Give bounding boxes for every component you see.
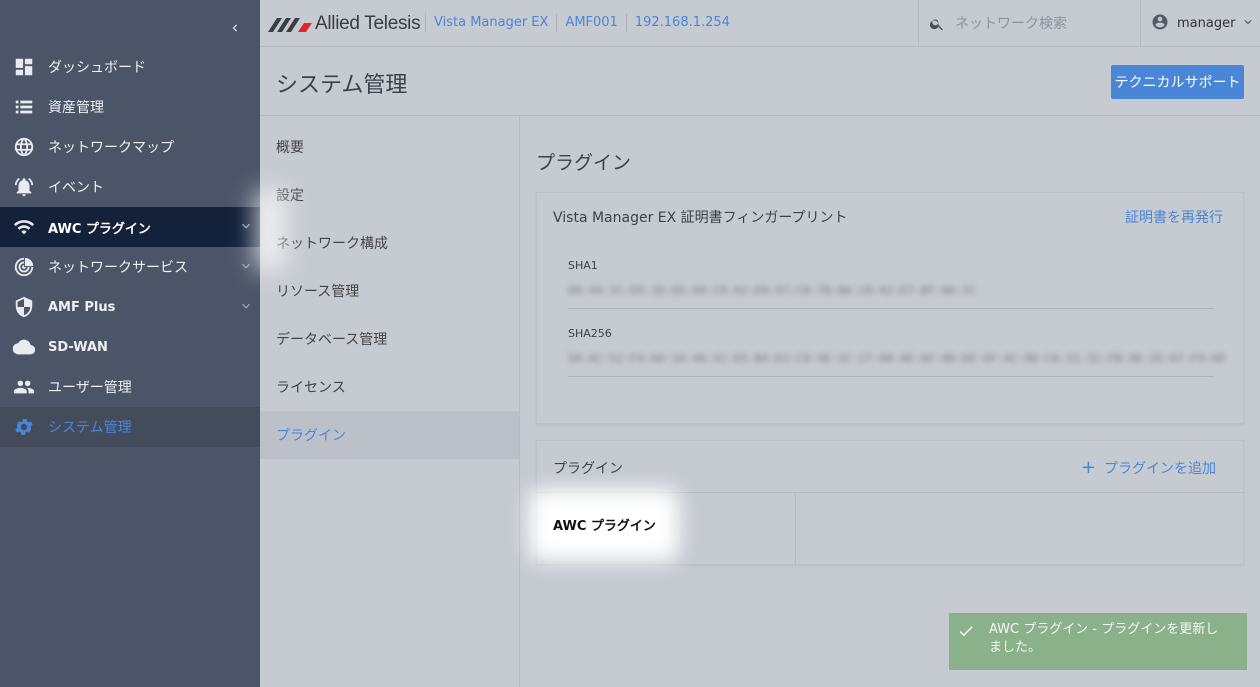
- sidebar-item-dashboard[interactable]: ダッシュボード: [0, 47, 260, 87]
- sidebar-item-events[interactable]: イベント: [0, 167, 260, 207]
- globe-icon: [13, 136, 35, 158]
- certificate-card-title: Vista Manager EX 証明書フィンガープリント: [553, 210, 848, 226]
- sidebar-item-label: AWC プラグイン: [48, 221, 151, 237]
- sidebar-collapse-button[interactable]: [222, 14, 248, 42]
- success-toast[interactable]: AWC プラグイン - プラグインを更新しました。: [949, 613, 1247, 670]
- top-bar: Allied Telesis Vista Manager EX AMF001 1…: [260, 0, 1260, 47]
- plugin-card: プラグイン + プラグインを追加 AWC プラグイン: [529, 440, 1244, 565]
- subnav-item-resources[interactable]: リソース管理: [260, 267, 519, 315]
- plugin-card-title: プラグイン: [553, 461, 623, 477]
- main-content: プラグイン Vista Manager EX 証明書フィンガープリント 証明書を…: [520, 116, 1260, 687]
- add-plugin-button[interactable]: + プラグインを追加: [1081, 458, 1216, 478]
- sidebar-item-network-map[interactable]: ネットワークマップ: [0, 127, 260, 167]
- plugin-list: AWC プラグイン: [529, 489, 1243, 565]
- subnav-item-network-config[interactable]: ネットワーク構成: [260, 219, 519, 267]
- search-input[interactable]: [955, 15, 1125, 32]
- dashboard-icon: [13, 56, 35, 78]
- breadcrumb-product[interactable]: Vista Manager EX: [425, 14, 556, 32]
- sidebar-item-label: システム管理: [48, 420, 132, 436]
- breadcrumb-area[interactable]: AMF001: [556, 14, 625, 32]
- page-title: システム管理: [276, 73, 408, 98]
- users-icon: [13, 376, 35, 398]
- user-menu[interactable]: manager: [1140, 0, 1260, 47]
- account-circle-icon: [1151, 13, 1169, 35]
- subnav-item-database[interactable]: データベース管理: [260, 315, 519, 363]
- breadcrumb: Vista Manager EX AMF001 192.168.1.254: [425, 14, 738, 32]
- sidebar-item-label: ネットワークサービス: [48, 260, 188, 276]
- plus-icon: +: [1080, 457, 1096, 478]
- add-plugin-label: プラグインを追加: [1104, 461, 1216, 477]
- list-icon: [13, 96, 35, 118]
- sidebar-item-label: SD-WAN: [48, 339, 108, 355]
- subnav-item-overview[interactable]: 概要: [260, 123, 519, 171]
- sidebar-item-amf-plus[interactable]: AMF Plus: [0, 287, 260, 327]
- sidebar-item-label: ユーザー管理: [48, 380, 132, 396]
- shield-icon: [13, 296, 35, 318]
- page-header: システム管理 テクニカルサポート: [260, 47, 1260, 116]
- sidebar-item-system-management[interactable]: システム管理: [0, 407, 260, 447]
- cloud-icon: [13, 336, 35, 358]
- sidebar: ダッシュボード 資産管理 ネットワークマップ イベント AWC プラグイン ネッ…: [0, 0, 260, 687]
- chevron-down-icon: [238, 298, 254, 314]
- system-subnav: 概要 設定 ネットワーク構成 リソース管理 データベース管理 ライセンス プラグ…: [260, 116, 520, 687]
- brand-logo[interactable]: Allied Telesis: [268, 12, 421, 36]
- search-icon: [929, 18, 943, 30]
- sha256-label: SHA256: [568, 327, 612, 340]
- sidebar-item-user-management[interactable]: ユーザー管理: [0, 367, 260, 407]
- sha1-fingerprint: SHA1 60:44:1C:D9:1D:EE:69:C0:A2:D9:97:C8…: [568, 259, 1213, 309]
- subnav-item-license[interactable]: ライセンス: [260, 363, 519, 411]
- sidebar-item-label: イベント: [48, 180, 104, 196]
- chevron-down-icon: [238, 218, 254, 234]
- user-name: manager: [1177, 16, 1236, 31]
- highlight-glow: [255, 190, 285, 270]
- sidebar-item-label: 資産管理: [48, 100, 104, 116]
- radar-icon: [13, 256, 35, 278]
- certificate-card: Vista Manager EX 証明書フィンガープリント 証明書を再発行 SH…: [536, 192, 1244, 424]
- sidebar-item-label: ネットワークマップ: [48, 140, 174, 156]
- chevron-left-icon: [232, 24, 237, 32]
- plugin-name: AWC プラグイン: [553, 519, 656, 534]
- subnav-item-settings[interactable]: 設定: [260, 171, 519, 219]
- section-title: プラグイン: [536, 152, 632, 174]
- reissue-certificate-link[interactable]: 証明書を再発行: [1125, 207, 1223, 227]
- plugin-detail-pane: [796, 493, 1243, 565]
- sidebar-item-assets[interactable]: 資産管理: [0, 87, 260, 127]
- sidebar-item-label: ダッシュボード: [48, 60, 146, 76]
- brand-name: Allied Telesis: [315, 13, 421, 34]
- network-search: [918, 0, 1140, 47]
- sidebar-nav: ダッシュボード 資産管理 ネットワークマップ イベント AWC プラグイン ネッ…: [0, 47, 260, 447]
- sha1-value: 60:44:1C:D9:1D:EE:69:C0:A2:D9:97:C8:7B:B…: [568, 284, 977, 297]
- subnav-item-plugins[interactable]: プラグイン: [260, 411, 519, 459]
- breadcrumb-ip[interactable]: 192.168.1.254: [625, 14, 738, 32]
- chevron-down-icon: [1241, 15, 1255, 33]
- sha256-fingerprint: SHA256 50:AC:52:F4:66:16:46:41:D5:B4:D3:…: [568, 327, 1226, 377]
- chevron-down-icon: [238, 258, 254, 274]
- wifi-icon: [13, 216, 35, 238]
- sidebar-item-awc-plugin[interactable]: AWC プラグイン: [0, 207, 260, 247]
- sha256-value: 50:AC:52:F4:66:16:46:41:D5:B4:D3:C9:4E:3…: [568, 352, 1226, 365]
- sidebar-item-sd-wan[interactable]: SD-WAN: [0, 327, 260, 367]
- technical-support-button[interactable]: テクニカルサポート: [1111, 65, 1244, 99]
- bell-icon: [13, 176, 35, 198]
- gear-icon: [13, 416, 35, 438]
- toast-message: AWC プラグイン - プラグインを更新しました。: [989, 622, 1219, 655]
- sha1-label: SHA1: [568, 259, 598, 272]
- sidebar-item-label: AMF Plus: [48, 299, 116, 315]
- check-icon: [957, 621, 975, 670]
- sidebar-item-network-services[interactable]: ネットワークサービス: [0, 247, 260, 287]
- plugin-list-item[interactable]: AWC プラグイン: [529, 489, 796, 565]
- allied-telesis-logo-icon: [268, 18, 312, 32]
